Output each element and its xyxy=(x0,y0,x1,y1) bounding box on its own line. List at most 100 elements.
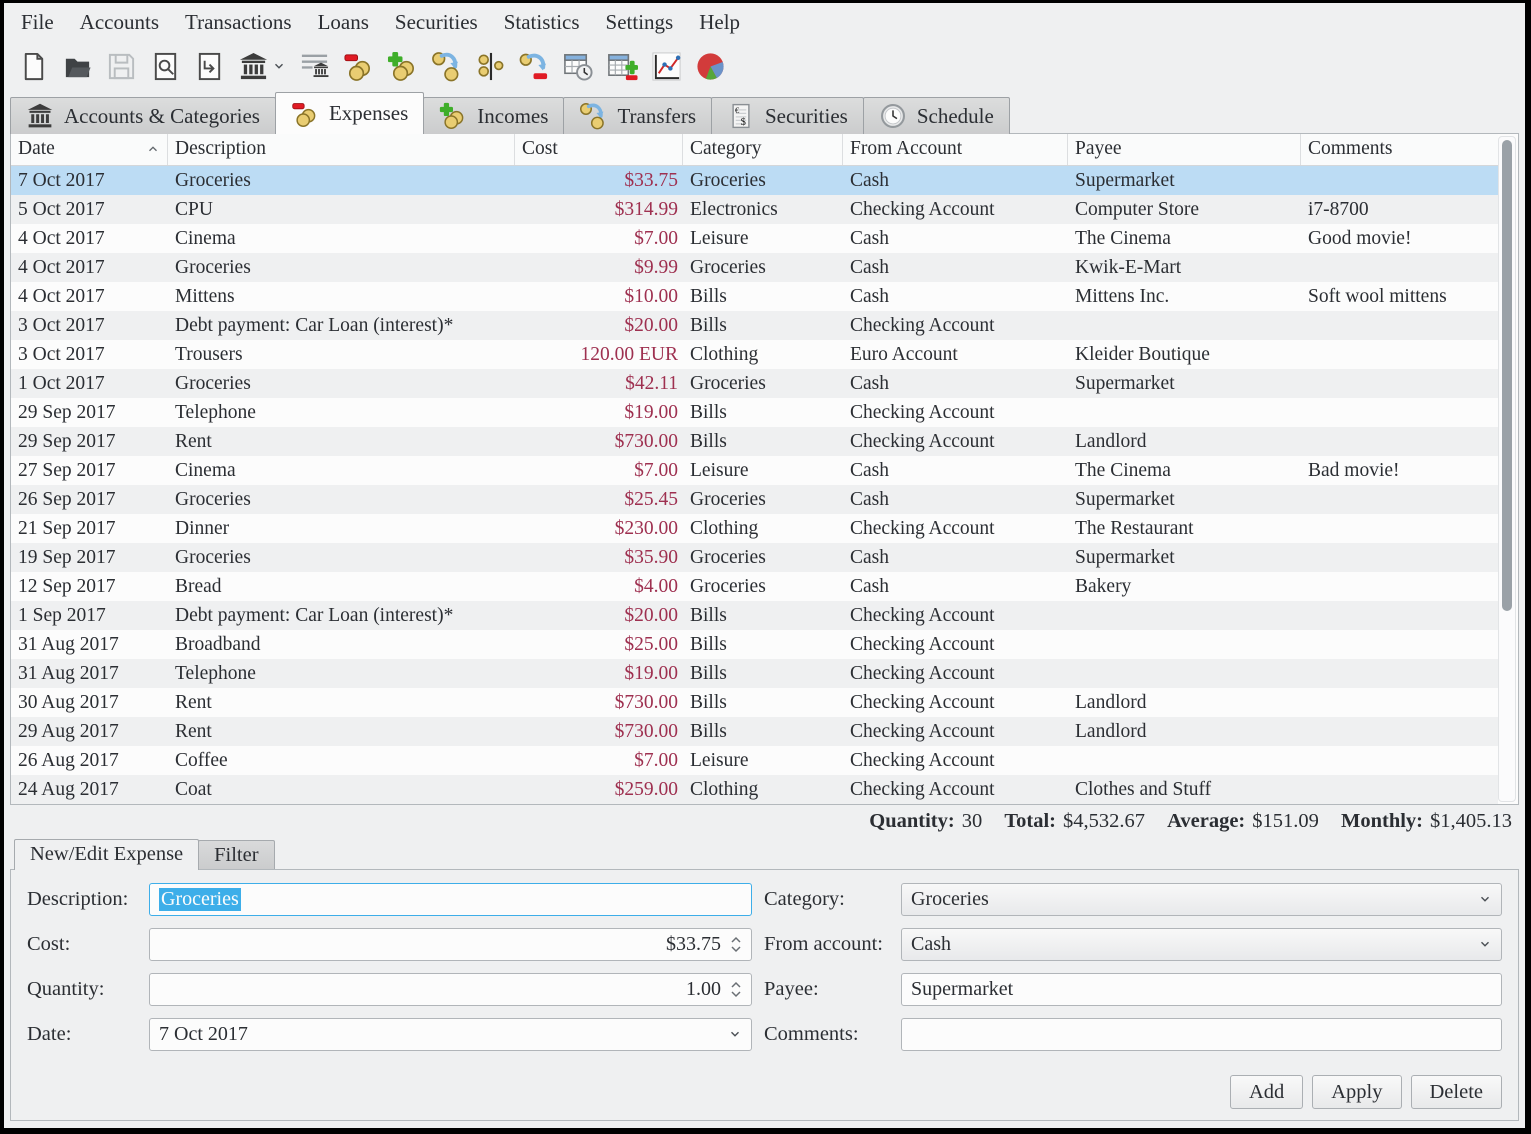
cell-from-account[interactable]: Cash xyxy=(843,253,1068,282)
cell-comments[interactable] xyxy=(1301,311,1498,340)
cell-payee[interactable]: Kwik-E-Mart xyxy=(1068,253,1301,282)
table-row[interactable]: 26 Aug 2017Coffee$7.00LeisureChecking Ac… xyxy=(11,746,1498,775)
new-expense-button[interactable] xyxy=(337,46,380,86)
cell-from-account[interactable]: Checking Account xyxy=(843,746,1068,775)
cell-description[interactable]: Telephone xyxy=(168,398,515,427)
cell-payee[interactable]: Supermarket xyxy=(1068,166,1301,195)
column-header-cost[interactable]: Cost xyxy=(515,134,683,165)
cell-date[interactable]: 29 Sep 2017 xyxy=(11,398,168,427)
file-search-button[interactable] xyxy=(144,46,187,86)
cell-cost[interactable]: $7.00 xyxy=(515,456,683,485)
comments-input[interactable] xyxy=(901,1018,1502,1051)
cell-date[interactable]: 12 Sep 2017 xyxy=(11,572,168,601)
open-folder-button[interactable] xyxy=(56,46,99,86)
cell-from-account[interactable]: Cash xyxy=(843,543,1068,572)
cell-from-account[interactable]: Checking Account xyxy=(843,514,1068,543)
menu-accounts[interactable]: Accounts xyxy=(67,8,172,37)
cell-category[interactable]: Bills xyxy=(683,282,843,311)
cell-description[interactable]: Cinema xyxy=(168,224,515,253)
cell-date[interactable]: 31 Aug 2017 xyxy=(11,630,168,659)
table-row[interactable]: 4 Oct 2017Cinema$7.00LeisureCashThe Cine… xyxy=(11,224,1498,253)
cell-payee[interactable]: Landlord xyxy=(1068,688,1301,717)
cell-payee[interactable] xyxy=(1068,311,1301,340)
cell-comments[interactable] xyxy=(1301,369,1498,398)
cell-cost[interactable]: $25.00 xyxy=(515,630,683,659)
cell-comments[interactable]: Good movie! xyxy=(1301,224,1498,253)
table-row[interactable]: 19 Sep 2017Groceries$35.90GroceriesCashS… xyxy=(11,543,1498,572)
table-row[interactable]: 4 Oct 2017Mittens$10.00BillsCashMittens … xyxy=(11,282,1498,311)
menu-statistics[interactable]: Statistics xyxy=(491,8,593,37)
cell-category[interactable]: Bills xyxy=(683,630,843,659)
cell-description[interactable]: Dinner xyxy=(168,514,515,543)
cell-comments[interactable] xyxy=(1301,659,1498,688)
line-chart-button[interactable] xyxy=(645,46,688,86)
cell-payee[interactable]: The Cinema xyxy=(1068,224,1301,253)
cell-from-account[interactable]: Checking Account xyxy=(843,398,1068,427)
tab-securities[interactable]: €$Securities xyxy=(711,97,864,134)
cell-comments[interactable] xyxy=(1301,717,1498,746)
refund-button[interactable] xyxy=(513,46,556,86)
cell-date[interactable]: 19 Sep 2017 xyxy=(11,543,168,572)
cell-payee[interactable]: Mittens Inc. xyxy=(1068,282,1301,311)
cell-comments[interactable] xyxy=(1301,572,1498,601)
cell-description[interactable]: Coffee xyxy=(168,746,515,775)
cell-date[interactable]: 26 Aug 2017 xyxy=(11,746,168,775)
table-row[interactable]: 1 Sep 2017Debt payment: Car Loan (intere… xyxy=(11,601,1498,630)
cell-from-account[interactable]: Checking Account xyxy=(843,775,1068,804)
cell-date[interactable]: 26 Sep 2017 xyxy=(11,485,168,514)
pie-chart-button[interactable] xyxy=(689,46,732,86)
tab-incomes[interactable]: Incomes xyxy=(423,97,564,134)
cell-category[interactable]: Clothing xyxy=(683,514,843,543)
cell-description[interactable]: Groceries xyxy=(168,485,515,514)
cell-comments[interactable] xyxy=(1301,514,1498,543)
account-ledger-button[interactable] xyxy=(293,46,336,86)
menu-help[interactable]: Help xyxy=(686,8,753,37)
menu-securities[interactable]: Securities xyxy=(382,8,491,37)
cell-description[interactable]: Debt payment: Car Loan (interest)* xyxy=(168,601,515,630)
cell-cost[interactable]: $730.00 xyxy=(515,717,683,746)
cell-from-account[interactable]: Checking Account xyxy=(843,195,1068,224)
quantity-spinbox[interactable]: 1.00 xyxy=(149,973,752,1006)
cell-category[interactable]: Bills xyxy=(683,311,843,340)
cell-from-account[interactable]: Checking Account xyxy=(843,601,1068,630)
cell-category[interactable]: Bills xyxy=(683,601,843,630)
cell-description[interactable]: Groceries xyxy=(168,543,515,572)
cell-description[interactable]: Trousers xyxy=(168,340,515,369)
cell-comments[interactable] xyxy=(1301,630,1498,659)
cell-comments[interactable] xyxy=(1301,427,1498,456)
cell-cost[interactable]: $19.00 xyxy=(515,659,683,688)
cell-cost[interactable]: $35.90 xyxy=(515,543,683,572)
cell-from-account[interactable]: Checking Account xyxy=(843,630,1068,659)
cell-payee[interactable]: Kleider Boutique xyxy=(1068,340,1301,369)
table-row[interactable]: 12 Sep 2017Bread$4.00GroceriesCashBakery xyxy=(11,572,1498,601)
cell-category[interactable]: Groceries xyxy=(683,485,843,514)
cell-category[interactable]: Groceries xyxy=(683,572,843,601)
multiple-entries-button[interactable] xyxy=(601,46,644,86)
cell-description[interactable]: Bread xyxy=(168,572,515,601)
new-income-button[interactable] xyxy=(381,46,424,86)
cell-payee[interactable] xyxy=(1068,398,1301,427)
cell-date[interactable]: 5 Oct 2017 xyxy=(11,195,168,224)
table-row[interactable]: 26 Sep 2017Groceries$25.45GroceriesCashS… xyxy=(11,485,1498,514)
table-row[interactable]: 29 Sep 2017Rent$730.00BillsChecking Acco… xyxy=(11,427,1498,456)
cell-payee[interactable]: The Restaurant xyxy=(1068,514,1301,543)
tab-schedule[interactable]: Schedule xyxy=(863,97,1010,134)
cell-description[interactable]: Groceries xyxy=(168,166,515,195)
cell-date[interactable]: 4 Oct 2017 xyxy=(11,253,168,282)
cell-category[interactable]: Groceries xyxy=(683,369,843,398)
cell-date[interactable]: 4 Oct 2017 xyxy=(11,282,168,311)
description-input[interactable]: Groceries xyxy=(149,883,752,916)
cell-cost[interactable]: $20.00 xyxy=(515,311,683,340)
cell-from-account[interactable]: Cash xyxy=(843,224,1068,253)
cell-description[interactable]: Groceries xyxy=(168,253,515,282)
cell-comments[interactable] xyxy=(1301,746,1498,775)
cell-description[interactable]: CPU xyxy=(168,195,515,224)
cell-payee[interactable] xyxy=(1068,630,1301,659)
cell-category[interactable]: Bills xyxy=(683,659,843,688)
cell-date[interactable]: 3 Oct 2017 xyxy=(11,311,168,340)
cell-comments[interactable] xyxy=(1301,775,1498,804)
cell-cost[interactable]: $730.00 xyxy=(515,688,683,717)
cell-from-account[interactable]: Checking Account xyxy=(843,427,1068,456)
cell-cost[interactable]: $7.00 xyxy=(515,746,683,775)
column-header-payee[interactable]: Payee xyxy=(1068,134,1301,165)
